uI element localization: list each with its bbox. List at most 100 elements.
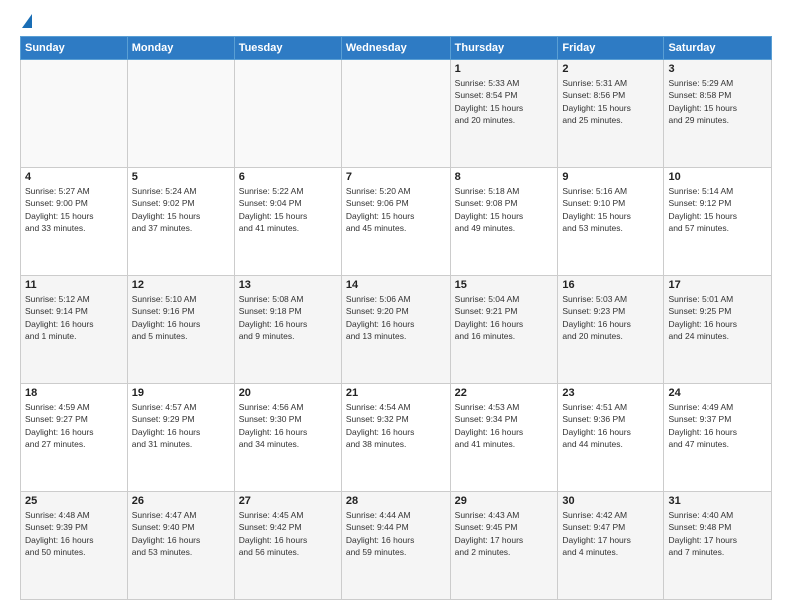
weekday-header-tuesday: Tuesday bbox=[234, 37, 341, 60]
logo bbox=[20, 18, 32, 28]
day-info: Sunrise: 5:33 AM Sunset: 8:54 PM Dayligh… bbox=[455, 77, 554, 126]
calendar-cell: 30Sunrise: 4:42 AM Sunset: 9:47 PM Dayli… bbox=[558, 492, 664, 600]
week-row-3: 11 Sunrise: 5:12 AM Sunset: 9:14 PM Dayli… bbox=[21, 276, 772, 384]
day-number: 4 bbox=[25, 171, 123, 183]
weekday-header-wednesday: Wednesday bbox=[341, 37, 450, 60]
calendar-cell: 24Sunrise: 4:49 AM Sunset: 9:37 PM Dayli… bbox=[664, 384, 772, 492]
day-number: 19 bbox=[132, 387, 230, 399]
day-number: 25 bbox=[25, 495, 123, 507]
day-number: 28 bbox=[346, 495, 446, 507]
day-number: 13 bbox=[239, 279, 337, 291]
day-info: Sunrise: 5:18 AM Sunset: 9:08 PM Dayligh… bbox=[455, 185, 554, 234]
calendar-cell: 2Sunrise: 5:31 AM Sunset: 8:56 PM Daylig… bbox=[558, 60, 664, 168]
calendar-cell: 11 Sunrise: 5:12 AM Sunset: 9:14 PM Dayli… bbox=[21, 276, 128, 384]
day-info: Sunrise: 4:42 AM Sunset: 9:47 PM Dayligh… bbox=[562, 509, 659, 558]
week-row-4: 18 Sunrise: 4:59 AM Sunset: 9:27 PM Dayli… bbox=[21, 384, 772, 492]
weekday-header-row: SundayMondayTuesdayWednesdayThursdayFrid… bbox=[21, 37, 772, 60]
calendar-cell: 13 Sunrise: 5:08 AM Sunset: 9:18 PM Dayli… bbox=[234, 276, 341, 384]
day-number: 12 bbox=[132, 279, 230, 291]
day-number: 10 bbox=[668, 171, 767, 183]
day-number: 31 bbox=[668, 495, 767, 507]
day-info: Sunrise: 4:56 AM Sunset: 9:30 PM Dayligh… bbox=[239, 401, 337, 450]
day-info: Sunrise: 5:14 AM Sunset: 9:12 PM Dayligh… bbox=[668, 185, 767, 234]
calendar-cell: 19 Sunrise: 4:57 AM Sunset: 9:29 PM Dayli… bbox=[127, 384, 234, 492]
calendar-cell: 15Sunrise: 5:04 AM Sunset: 9:21 PM Dayli… bbox=[450, 276, 558, 384]
header bbox=[20, 18, 772, 28]
day-info: Sunrise: 5:20 AM Sunset: 9:06 PM Dayligh… bbox=[346, 185, 446, 234]
calendar-cell: 7Sunrise: 5:20 AM Sunset: 9:06 PM Daylig… bbox=[341, 168, 450, 276]
day-info: Sunrise: 4:53 AM Sunset: 9:34 PM Dayligh… bbox=[455, 401, 554, 450]
calendar-page: SundayMondayTuesdayWednesdayThursdayFrid… bbox=[0, 0, 792, 612]
calendar-cell: 26Sunrise: 4:47 AM Sunset: 9:40 PM Dayli… bbox=[127, 492, 234, 600]
day-info: Sunrise: 4:57 AM Sunset: 9:29 PM Dayligh… bbox=[132, 401, 230, 450]
day-info: Sunrise: 4:45 AM Sunset: 9:42 PM Dayligh… bbox=[239, 509, 337, 558]
calendar-cell: 29 Sunrise: 4:43 AM Sunset: 9:45 PM Dayli… bbox=[450, 492, 558, 600]
calendar-cell bbox=[341, 60, 450, 168]
calendar-cell: 28 Sunrise: 4:44 AM Sunset: 9:44 PM Dayli… bbox=[341, 492, 450, 600]
weekday-header-thursday: Thursday bbox=[450, 37, 558, 60]
weekday-header-sunday: Sunday bbox=[21, 37, 128, 60]
day-number: 16 bbox=[562, 279, 659, 291]
day-info: Sunrise: 4:40 AM Sunset: 9:48 PM Dayligh… bbox=[668, 509, 767, 558]
calendar-cell bbox=[127, 60, 234, 168]
calendar-cell bbox=[234, 60, 341, 168]
calendar-cell: 31 Sunrise: 4:40 AM Sunset: 9:48 PM Dayli… bbox=[664, 492, 772, 600]
calendar-cell: 16Sunrise: 5:03 AM Sunset: 9:23 PM Dayli… bbox=[558, 276, 664, 384]
week-row-5: 25 Sunrise: 4:48 AM Sunset: 9:39 PM Dayli… bbox=[21, 492, 772, 600]
calendar-cell: 27 Sunrise: 4:45 AM Sunset: 9:42 PM Dayli… bbox=[234, 492, 341, 600]
day-number: 21 bbox=[346, 387, 446, 399]
day-number: 23 bbox=[562, 387, 659, 399]
day-number: 17 bbox=[668, 279, 767, 291]
calendar-cell: 23 Sunrise: 4:51 AM Sunset: 9:36 PM Dayli… bbox=[558, 384, 664, 492]
calendar-cell: 22Sunrise: 4:53 AM Sunset: 9:34 PM Dayli… bbox=[450, 384, 558, 492]
day-info: Sunrise: 4:54 AM Sunset: 9:32 PM Dayligh… bbox=[346, 401, 446, 450]
day-number: 14 bbox=[346, 279, 446, 291]
calendar-cell: 1 Sunrise: 5:33 AM Sunset: 8:54 PM Daylig… bbox=[450, 60, 558, 168]
day-info: Sunrise: 5:01 AM Sunset: 9:25 PM Dayligh… bbox=[668, 293, 767, 342]
calendar-cell: 17 Sunrise: 5:01 AM Sunset: 9:25 PM Dayli… bbox=[664, 276, 772, 384]
day-info: Sunrise: 4:51 AM Sunset: 9:36 PM Dayligh… bbox=[562, 401, 659, 450]
weekday-header-saturday: Saturday bbox=[664, 37, 772, 60]
day-number: 3 bbox=[668, 63, 767, 75]
day-number: 29 bbox=[455, 495, 554, 507]
day-info: Sunrise: 5:16 AM Sunset: 9:10 PM Dayligh… bbox=[562, 185, 659, 234]
day-info: Sunrise: 5:22 AM Sunset: 9:04 PM Dayligh… bbox=[239, 185, 337, 234]
day-info: Sunrise: 5:29 AM Sunset: 8:58 PM Dayligh… bbox=[668, 77, 767, 126]
calendar-cell: 12 Sunrise: 5:10 AM Sunset: 9:16 PM Dayli… bbox=[127, 276, 234, 384]
day-number: 20 bbox=[239, 387, 337, 399]
calendar-table: SundayMondayTuesdayWednesdayThursdayFrid… bbox=[20, 36, 772, 600]
calendar-cell: 21 Sunrise: 4:54 AM Sunset: 9:32 PM Dayli… bbox=[341, 384, 450, 492]
weekday-header-friday: Friday bbox=[558, 37, 664, 60]
day-number: 8 bbox=[455, 171, 554, 183]
calendar-cell: 5Sunrise: 5:24 AM Sunset: 9:02 PM Daylig… bbox=[127, 168, 234, 276]
day-info: Sunrise: 5:04 AM Sunset: 9:21 PM Dayligh… bbox=[455, 293, 554, 342]
calendar-cell: 6 Sunrise: 5:22 AM Sunset: 9:04 PM Daylig… bbox=[234, 168, 341, 276]
logo-triangle-icon bbox=[22, 14, 32, 28]
day-info: Sunrise: 4:48 AM Sunset: 9:39 PM Dayligh… bbox=[25, 509, 123, 558]
day-number: 18 bbox=[25, 387, 123, 399]
weekday-header-monday: Monday bbox=[127, 37, 234, 60]
calendar-cell: 25 Sunrise: 4:48 AM Sunset: 9:39 PM Dayli… bbox=[21, 492, 128, 600]
calendar-cell bbox=[21, 60, 128, 168]
day-number: 1 bbox=[455, 63, 554, 75]
calendar-cell: 8 Sunrise: 5:18 AM Sunset: 9:08 PM Daylig… bbox=[450, 168, 558, 276]
day-info: Sunrise: 5:08 AM Sunset: 9:18 PM Dayligh… bbox=[239, 293, 337, 342]
calendar-cell: 3 Sunrise: 5:29 AM Sunset: 8:58 PM Daylig… bbox=[664, 60, 772, 168]
calendar-cell: 10 Sunrise: 5:14 AM Sunset: 9:12 PM Dayli… bbox=[664, 168, 772, 276]
week-row-2: 4 Sunrise: 5:27 AM Sunset: 9:00 PM Daylig… bbox=[21, 168, 772, 276]
calendar-cell: 18 Sunrise: 4:59 AM Sunset: 9:27 PM Dayli… bbox=[21, 384, 128, 492]
day-info: Sunrise: 5:10 AM Sunset: 9:16 PM Dayligh… bbox=[132, 293, 230, 342]
week-row-1: 1 Sunrise: 5:33 AM Sunset: 8:54 PM Daylig… bbox=[21, 60, 772, 168]
day-number: 24 bbox=[668, 387, 767, 399]
day-number: 9 bbox=[562, 171, 659, 183]
day-info: Sunrise: 5:12 AM Sunset: 9:14 PM Dayligh… bbox=[25, 293, 123, 342]
day-number: 6 bbox=[239, 171, 337, 183]
day-info: Sunrise: 4:43 AM Sunset: 9:45 PM Dayligh… bbox=[455, 509, 554, 558]
day-number: 11 bbox=[25, 279, 123, 291]
day-number: 27 bbox=[239, 495, 337, 507]
day-info: Sunrise: 4:44 AM Sunset: 9:44 PM Dayligh… bbox=[346, 509, 446, 558]
day-info: Sunrise: 4:59 AM Sunset: 9:27 PM Dayligh… bbox=[25, 401, 123, 450]
day-number: 5 bbox=[132, 171, 230, 183]
calendar-cell: 4 Sunrise: 5:27 AM Sunset: 9:00 PM Daylig… bbox=[21, 168, 128, 276]
day-info: Sunrise: 5:27 AM Sunset: 9:00 PM Dayligh… bbox=[25, 185, 123, 234]
